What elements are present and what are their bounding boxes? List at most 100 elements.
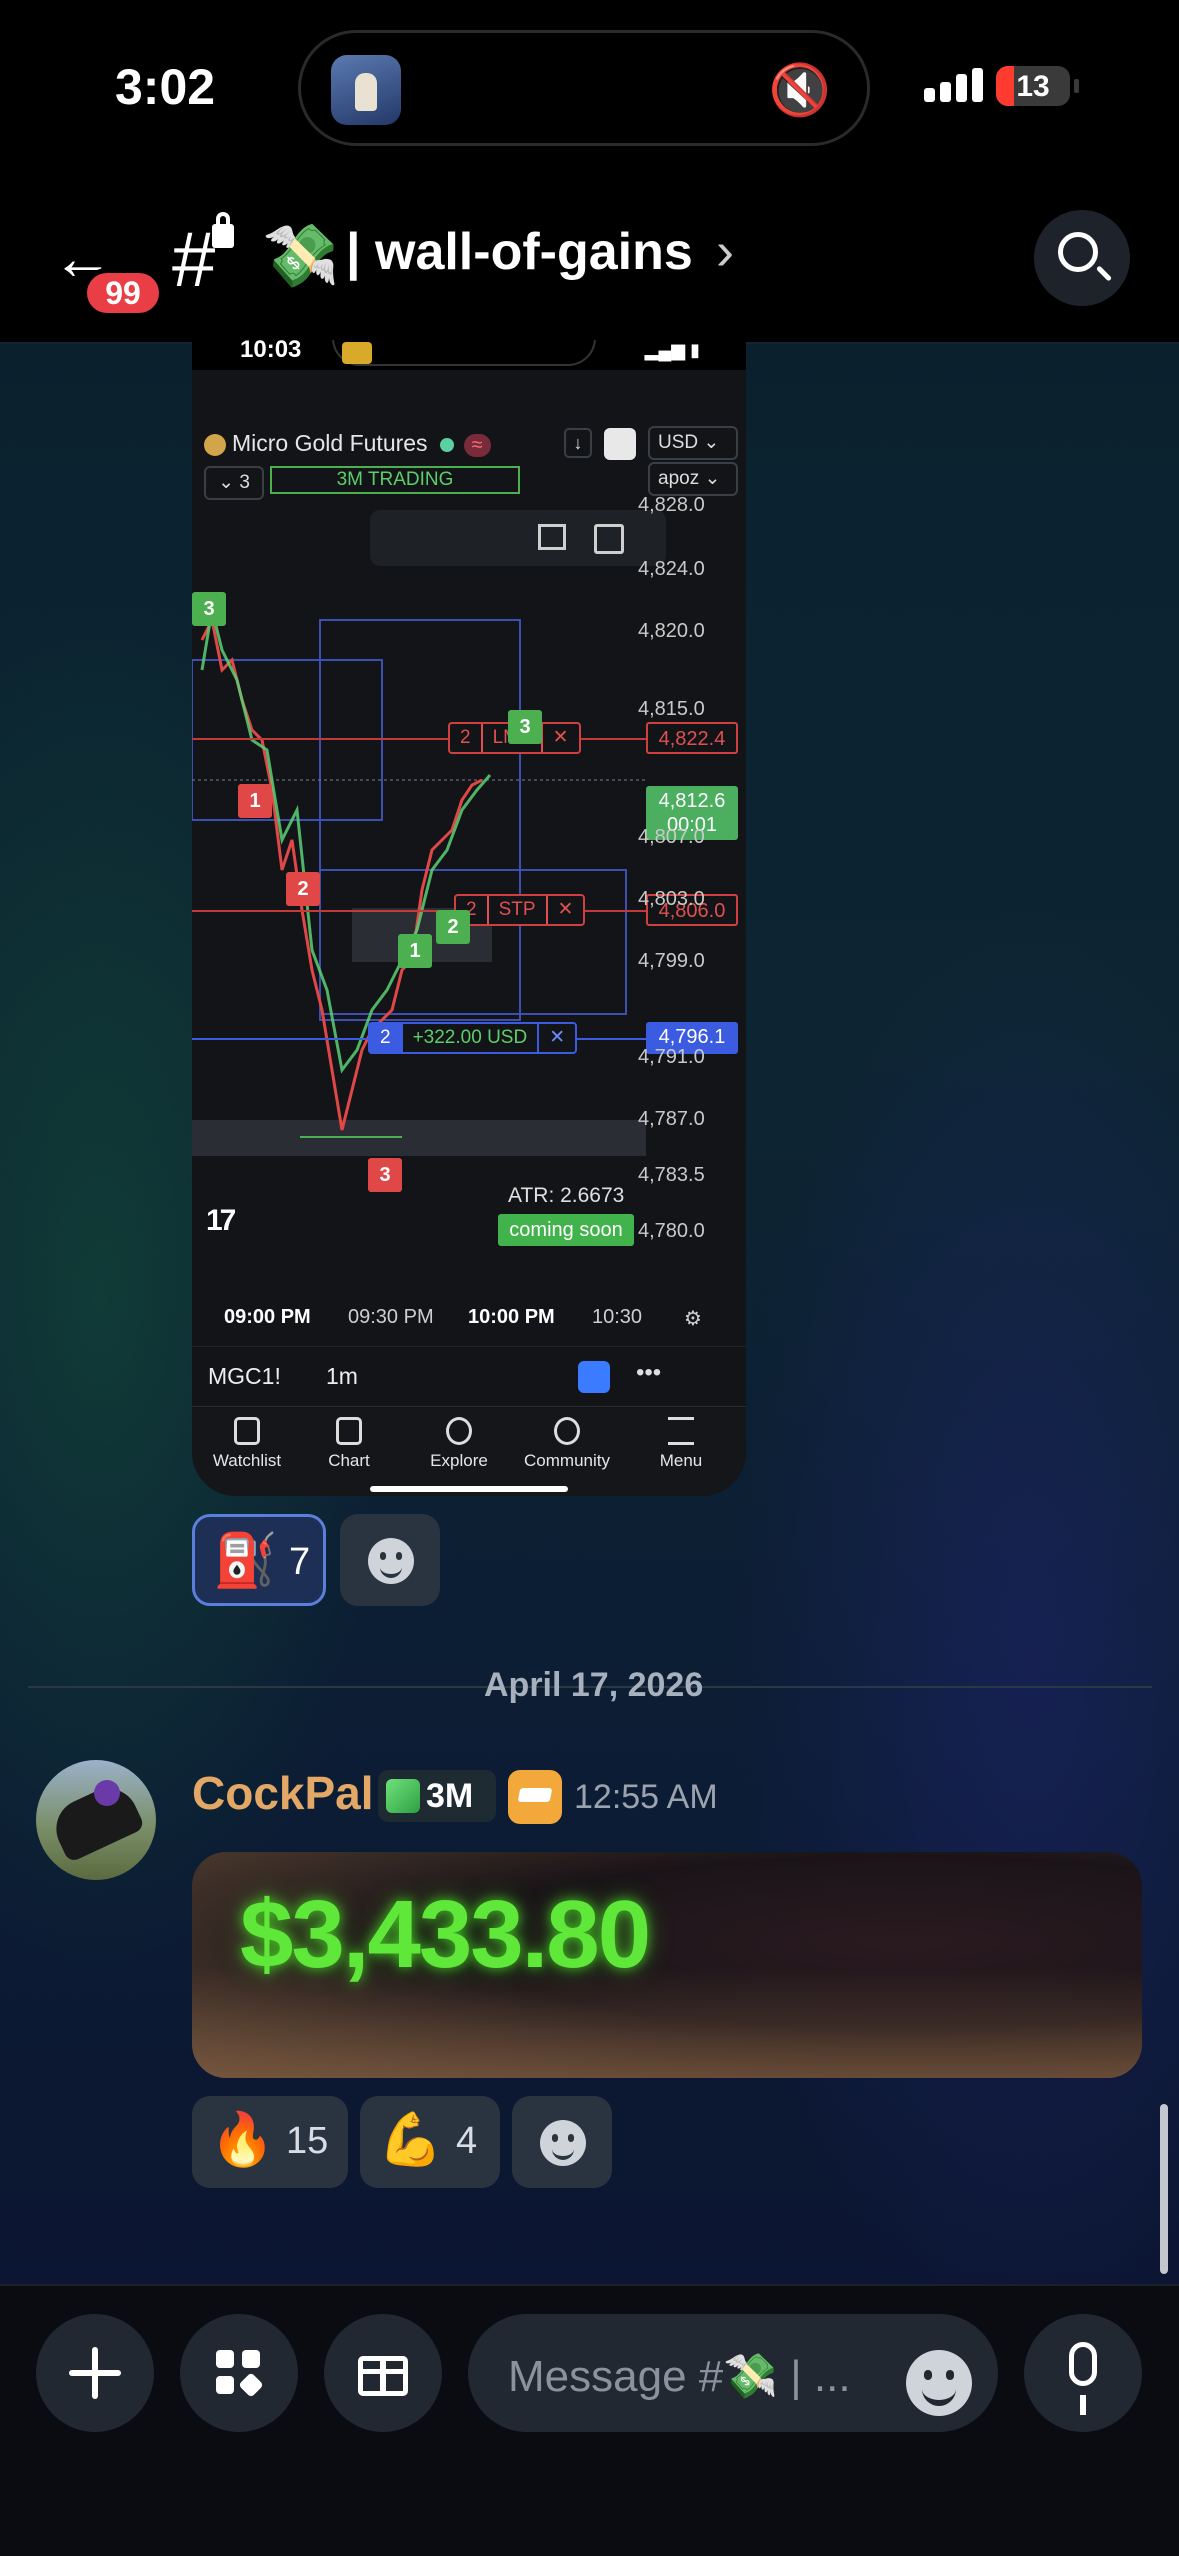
add-reaction-button[interactable] <box>340 1514 440 1606</box>
limit-price-tag: 4,822.4 <box>646 722 738 754</box>
attached-screenshot[interactable]: 10:03 ▂▄▆ ▮ Micro Gold Futures ≈ ↓ USD ⌄ … <box>192 340 746 1496</box>
voice-button[interactable] <box>1024 2314 1142 2432</box>
channel-name[interactable]: | wall-of-gains <box>346 222 693 282</box>
shot-time: 10:03 <box>240 340 302 363</box>
price-series-up <box>200 609 492 1074</box>
price-tick: 4,791.0 <box>638 1046 705 1068</box>
battery-level: 13 <box>1016 70 1050 103</box>
tab-community: Community <box>512 1417 622 1471</box>
reaction-fuel[interactable]: ⛽ 7 <box>192 1514 326 1606</box>
plus-icon <box>69 2347 121 2399</box>
tab-chart: Chart <box>294 1417 404 1471</box>
attach-button[interactable] <box>36 2314 154 2432</box>
message-author[interactable]: CockPal <box>192 1766 374 1820</box>
shot-status-icons: ▂▄▆ ▮ <box>644 340 700 360</box>
flexed-biceps-emoji: 💪 <box>378 2111 443 2169</box>
message-placeholder: Message #💸 | ... <box>508 2352 848 2401</box>
fire-emoji: 🔥 <box>210 2111 275 2169</box>
battery-icon: 13 <box>996 66 1079 106</box>
role-icon <box>386 1779 420 1813</box>
price-tick: 4,780.0 <box>638 1220 705 1242</box>
reaction-count: 15 <box>286 2120 329 2162</box>
time-tick: 10:30 <box>592 1306 643 1328</box>
lock-icon <box>212 212 234 248</box>
scrollbar[interactable] <box>1160 2104 1168 2274</box>
reaction-count: 7 <box>289 1541 311 1583</box>
price-tick: 4,787.0 <box>638 1108 705 1130</box>
reaction-fire[interactable]: 🔥 15 <box>192 2096 348 2188</box>
bottom-timeframe: 1m <box>326 1363 358 1389</box>
apps-icon <box>216 2350 264 2398</box>
range-box <box>192 659 383 821</box>
tradingview-logo: 17 <box>206 1204 236 1237</box>
channel-header: ← 99 # 💸 | wall-of-gains › <box>0 180 1179 344</box>
price-tick: 4,799.0 <box>638 950 705 972</box>
now-playing-app-icon <box>331 55 401 125</box>
chevron-right-icon[interactable]: › <box>716 220 734 282</box>
tab-watchlist: Watchlist <box>192 1417 302 1471</box>
chart-bottom-toolbar: MGC1! 1m ••• <box>192 1346 746 1406</box>
buy-flag: 3 <box>508 710 542 744</box>
unread-badge: 99 <box>82 268 164 318</box>
add-reaction-icon <box>368 1538 414 1584</box>
fuel-pump-emoji: ⛽ <box>213 1532 278 1590</box>
status-time: 3:02 <box>115 59 216 115</box>
sell-flag: 2 <box>286 872 320 906</box>
avatar[interactable] <box>36 1760 156 1880</box>
gift-icon <box>358 2356 408 2396</box>
dynamic-island: 🔇 <box>298 30 870 146</box>
buy-flag: 2 <box>436 910 470 944</box>
add-reaction-icon <box>540 2120 586 2166</box>
price-tick: 4,820.0 <box>638 620 705 642</box>
add-reaction-button[interactable] <box>512 2096 612 2188</box>
gift-button[interactable] <box>324 2314 442 2432</box>
price-tick: 4,803.0 <box>638 888 705 910</box>
time-tick: 09:00 PM <box>224 1306 311 1328</box>
microphone-icon <box>1069 2342 1097 2415</box>
reaction-count: 4 <box>456 2120 478 2162</box>
buy-flag: 3 <box>192 592 226 626</box>
tab-menu: Menu <box>626 1417 736 1471</box>
status-bar: 3:02 🔇 13 <box>0 0 1179 180</box>
coming-soon-badge: coming soon <box>498 1214 634 1246</box>
settings-icon: ⚙ <box>684 1308 702 1330</box>
stop-order-tag: 2 STP ✕ <box>454 894 586 926</box>
date-divider: April 17, 2026 <box>484 1666 704 1704</box>
sell-flag: 3 <box>368 1158 402 1192</box>
graduation-cap-icon[interactable] <box>508 1770 562 1824</box>
mute-bluetooth-icon: 🔇 <box>768 62 831 118</box>
bottom-symbol: MGC1! <box>208 1363 281 1389</box>
cursor-tool-icon <box>578 1361 610 1393</box>
time-axis: 09:00 PM 09:30 PM 10:00 PM 10:30 ⚙ <box>192 1296 746 1340</box>
money-wings-emoji: 💸 <box>262 222 340 291</box>
tab-explore: Explore <box>404 1417 514 1471</box>
message-composer: Message #💸 | ... <box>0 2284 1179 2556</box>
shot-dynamic-island <box>332 340 596 366</box>
position-tag: 2 +322.00 USD ✕ <box>368 1022 578 1054</box>
search-icon <box>1058 232 1098 272</box>
message-input[interactable]: Message #💸 | ... <box>468 2314 998 2432</box>
profit-amount: $3,433.80 <box>240 1881 651 1988</box>
trading-chart: Micro Gold Futures ≈ ↓ USD ⌄ apoz ⌄ ⌄ 3 3… <box>192 370 746 1346</box>
reaction-muscle[interactable]: 💪 4 <box>360 2096 500 2188</box>
shot-status-bar: 10:03 ▂▄▆ ▮ <box>192 340 746 370</box>
shaded-area <box>192 1120 646 1156</box>
price-tick: 4,824.0 <box>638 558 705 580</box>
price-tick: 4,828.0 <box>638 494 705 516</box>
message-image[interactable]: $3,433.80 <box>192 1852 1142 2078</box>
chart-tab-bar: Watchlist Chart Explore Community Menu <box>192 1406 746 1496</box>
time-tick: 10:00 PM <box>468 1306 555 1328</box>
more-icon: ••• <box>636 1359 662 1386</box>
atr-label: ATR: 2.6673 <box>508 1184 625 1207</box>
sell-flag: 1 <box>238 784 272 818</box>
message-timestamp: 12:55 AM <box>574 1778 718 1816</box>
signal-icon <box>924 68 988 102</box>
buy-flag: 1 <box>398 934 432 968</box>
channel-hash-icon: # <box>172 215 216 303</box>
role-tag[interactable]: 3M <box>378 1770 496 1822</box>
search-button[interactable] <box>1034 210 1130 306</box>
price-tick: 4,783.5 <box>638 1164 705 1186</box>
emoji-icon[interactable] <box>906 2350 972 2416</box>
apps-button[interactable] <box>180 2314 298 2432</box>
home-indicator <box>370 1486 568 1492</box>
